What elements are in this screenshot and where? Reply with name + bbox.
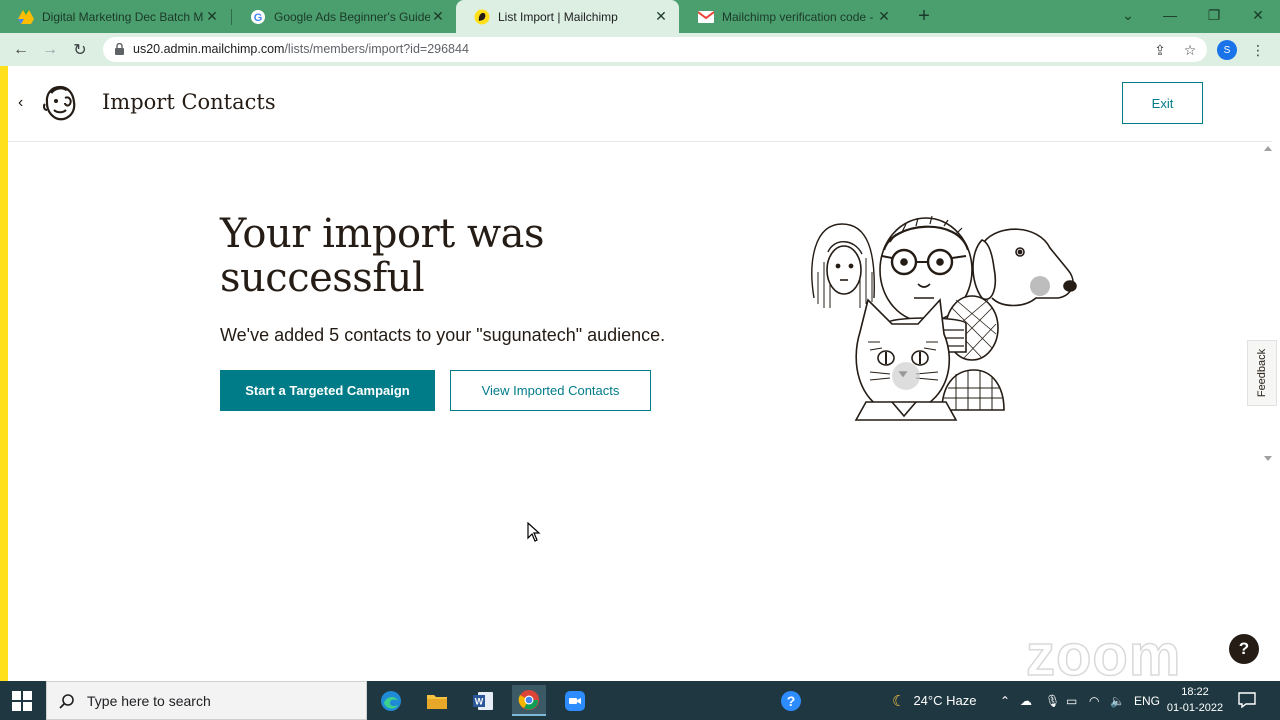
- svg-text:?: ?: [787, 693, 796, 709]
- language-indicator[interactable]: ENG: [1134, 681, 1160, 720]
- close-tab-icon[interactable]: ✕: [204, 8, 220, 25]
- gmail-icon: [698, 9, 714, 25]
- mailchimp-icon: [474, 9, 490, 25]
- url-text: us20.admin.mailchimp.com/lists/members/i…: [133, 42, 469, 56]
- close-window-icon[interactable]: ✕: [1236, 0, 1280, 30]
- search-icon: [59, 693, 74, 709]
- url-host: us20.admin.mailchimp.com: [133, 42, 285, 56]
- chevron-left-icon[interactable]: ‹: [18, 94, 23, 112]
- success-message: We've added 5 contacts to your "sugunate…: [220, 325, 666, 345]
- clock-time: 18:22: [1181, 686, 1209, 698]
- browser-toolbar: ← → ↻ us20.admin.mailchimp.com/lists/mem…: [0, 33, 1280, 66]
- zoom-app-icon[interactable]: [558, 685, 592, 716]
- success-headline: Your import was successful: [220, 211, 545, 301]
- menu-kebab-icon[interactable]: ⋮: [1248, 40, 1268, 60]
- wifi-icon[interactable]: ◠: [1089, 681, 1099, 720]
- tab-digital-marketing[interactable]: Digital Marketing Dec Batch Ma ✕: [0, 0, 230, 33]
- windows-start-icon[interactable]: [12, 691, 32, 711]
- taskbar-clock[interactable]: 18:22 01-01-2022: [1164, 684, 1226, 716]
- tab-search-chevron-icon[interactable]: ⌄: [1106, 0, 1150, 30]
- feedback-tab[interactable]: Feedback: [1247, 340, 1277, 406]
- new-tab-icon[interactable]: +: [914, 6, 934, 26]
- back-arrow-icon[interactable]: ←: [10, 39, 32, 61]
- tab-title: List Import | Mailchimp: [498, 9, 618, 24]
- address-bar[interactable]: us20.admin.mailchimp.com/lists/members/i…: [103, 37, 1207, 62]
- zoom-watermark: zoom: [1025, 622, 1182, 689]
- start-targeted-campaign-button[interactable]: Start a Targeted Campaign: [220, 370, 435, 411]
- yellow-edge-bar: [0, 66, 8, 681]
- tab-google-ads[interactable]: G Google Ads Beginner's Guide ✕: [232, 0, 456, 33]
- close-tab-icon[interactable]: ✕: [653, 8, 669, 25]
- taskbar-search-box[interactable]: Type here to search: [46, 681, 367, 720]
- svg-text:G: G: [254, 12, 263, 24]
- reload-icon[interactable]: ↻: [69, 39, 91, 61]
- close-tab-icon[interactable]: ✕: [430, 8, 446, 25]
- profile-avatar[interactable]: S: [1217, 40, 1237, 60]
- forward-arrow-icon[interactable]: →: [39, 39, 61, 61]
- help-button[interactable]: ?: [1229, 634, 1259, 664]
- battery-icon[interactable]: ▭: [1066, 681, 1077, 720]
- import-header: ‹ Import Contacts Exit: [8, 66, 1272, 142]
- feedback-label: Feedback: [1256, 348, 1268, 398]
- page-title: Import Contacts: [102, 90, 276, 114]
- page-content: ‹ Import Contacts Exit Feedback Your imp…: [0, 66, 1280, 689]
- file-explorer-icon[interactable]: [420, 685, 454, 716]
- weather-widget[interactable]: ☾ 24°C Haze: [892, 681, 976, 720]
- weather-text: 24°C Haze: [913, 693, 977, 708]
- microphone-icon[interactable]: 🎙: [1045, 681, 1060, 720]
- tab-title: Mailchimp verification code - ma: [722, 9, 876, 24]
- word-icon[interactable]: W: [466, 685, 500, 716]
- tab-list-import[interactable]: List Import | Mailchimp ✕: [456, 0, 679, 33]
- tab-mailchimp-verification[interactable]: Mailchimp verification code - ma ✕: [680, 0, 902, 33]
- svg-text:W: W: [475, 696, 484, 706]
- bookmark-star-icon[interactable]: ☆: [1180, 40, 1200, 60]
- share-icon[interactable]: ⇪: [1150, 40, 1170, 60]
- minimize-icon[interactable]: —: [1148, 0, 1192, 30]
- windows-taskbar: Type here to search W ? ☾ 24°C Haze ⌃ ☁ …: [0, 681, 1280, 720]
- restore-icon[interactable]: ❐: [1192, 0, 1236, 30]
- chrome-icon[interactable]: [512, 685, 546, 716]
- close-tab-icon[interactable]: ✕: [876, 8, 892, 25]
- lock-icon: [115, 43, 124, 55]
- tab-title: Google Ads Beginner's Guide: [274, 9, 430, 24]
- moon-haze-icon: ☾: [892, 692, 906, 710]
- audience-illustration: [811, 215, 1077, 421]
- scroll-down-arrow[interactable]: [1264, 456, 1272, 461]
- speaker-icon[interactable]: 🔈: [1110, 681, 1125, 720]
- browser-tab-strip: Digital Marketing Dec Batch Ma ✕ G Googl…: [0, 0, 1280, 33]
- mailchimp-logo[interactable]: [42, 84, 78, 122]
- google-drive-icon: [18, 9, 34, 25]
- url-path: /lists/members/import?id=296844: [284, 42, 469, 56]
- search-placeholder: Type here to search: [87, 692, 211, 709]
- notification-icon[interactable]: [1238, 691, 1256, 709]
- exit-button[interactable]: Exit: [1122, 82, 1203, 124]
- view-imported-contacts-button[interactable]: View Imported Contacts: [450, 370, 651, 411]
- clock-date: 01-01-2022: [1166, 702, 1224, 714]
- mouse-cursor-icon: [527, 522, 541, 542]
- scroll-up-arrow[interactable]: [1264, 146, 1272, 151]
- help-question-icon[interactable]: ?: [774, 685, 808, 716]
- google-icon: G: [250, 9, 266, 25]
- tab-title: Digital Marketing Dec Batch Ma: [42, 9, 204, 24]
- edge-icon[interactable]: [374, 685, 408, 716]
- tray-chevron-up-icon[interactable]: ⌃: [1000, 681, 1010, 720]
- onedrive-cloud-icon[interactable]: ☁: [1020, 681, 1032, 720]
